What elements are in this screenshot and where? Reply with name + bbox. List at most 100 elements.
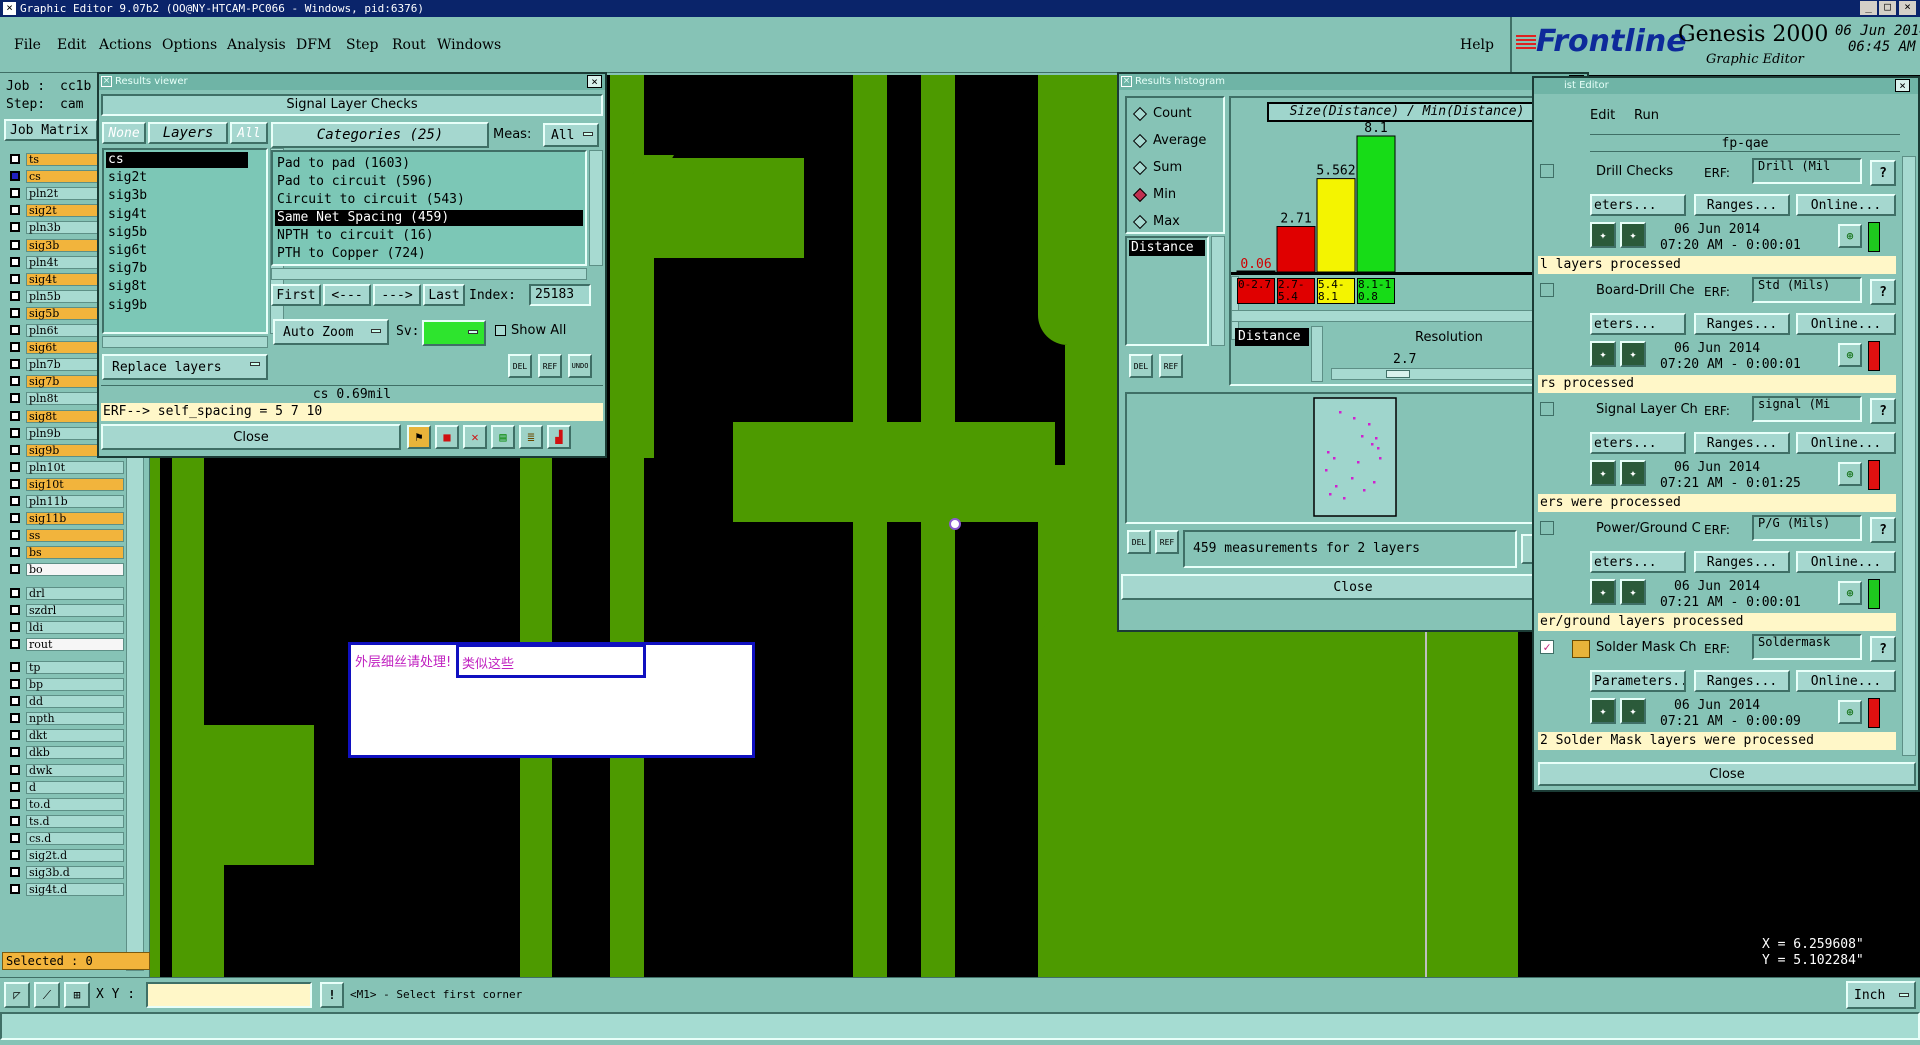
all-layers-button[interactable]: All <box>230 122 268 144</box>
info-icon[interactable]: ! <box>320 982 344 1008</box>
check-status-icon[interactable]: ✓ <box>1540 640 1554 654</box>
layer-checkbox[interactable] <box>10 884 20 895</box>
layer-checkbox[interactable] <box>10 496 20 506</box>
menu-options[interactable]: Options <box>162 37 217 53</box>
run-all-icon[interactable]: ✦ <box>1620 579 1646 605</box>
rv-layer-item[interactable]: cs <box>106 152 248 168</box>
checklist-close-button[interactable]: Close <box>1538 762 1916 786</box>
previous-button[interactable]: <--- <box>323 284 371 306</box>
run-check-icon[interactable]: ✦ <box>1590 698 1616 724</box>
layer-name[interactable]: pln10t <box>26 460 124 474</box>
distance-list[interactable]: Distance <box>1125 236 1209 346</box>
help-button[interactable]: ? <box>1870 279 1896 305</box>
histogram-bar[interactable] <box>1316 178 1356 273</box>
radio-diamond-icon[interactable] <box>1132 214 1148 230</box>
layer-checkbox[interactable] <box>10 154 20 164</box>
categories-listbox[interactable]: Pad to pad (1603) Pad to circuit (596) Cir… <box>271 150 587 266</box>
checklist-scrollbar[interactable] <box>1902 156 1916 756</box>
layer-row[interactable]: bs <box>8 546 124 560</box>
layer-checkbox[interactable] <box>10 427 20 438</box>
measure-tool-icon[interactable]: ⟋ <box>34 982 60 1008</box>
online-button[interactable]: Online... <box>1796 194 1896 216</box>
zoom-icon[interactable]: ⊕ <box>1838 343 1862 367</box>
zoom-icon[interactable]: ⊕ <box>1838 224 1862 248</box>
online-button[interactable]: Online... <box>1796 313 1896 335</box>
histogram-option-min[interactable]: Min <box>1132 187 1223 205</box>
layer-row[interactable]: sig4t.d <box>8 883 124 897</box>
layer-checkbox[interactable] <box>10 730 20 741</box>
histogram-titlebar[interactable]: × Results histogram <box>1119 74 1587 90</box>
layer-checkbox[interactable] <box>10 747 20 758</box>
layer-name[interactable]: ts.d <box>26 814 124 828</box>
select-tool-icon[interactable]: ◸ <box>4 982 30 1008</box>
rv-category-item[interactable]: Circuit to circuit (543) <box>275 192 583 208</box>
check-name[interactable]: Power/Ground C <box>1596 521 1701 536</box>
layer-checkbox[interactable] <box>10 188 20 199</box>
layer-row[interactable]: pln10t <box>8 460 124 474</box>
rv-category-item[interactable]: Pad to circuit (596) <box>275 174 583 190</box>
layer-name[interactable]: sig2t.d <box>26 849 124 862</box>
parameters-button[interactable]: eters... <box>1590 432 1686 454</box>
check-name[interactable]: Signal Layer Ch <box>1596 402 1698 417</box>
histogram-option-max[interactable]: Max <box>1132 214 1223 232</box>
online-button[interactable]: Online... <box>1796 551 1896 573</box>
layer-listbox-hscroll[interactable] <box>102 336 268 348</box>
help-button[interactable]: ? <box>1870 160 1896 186</box>
parameters-button[interactable]: Parameters... <box>1590 670 1686 692</box>
layer-row[interactable]: to.d <box>8 797 124 811</box>
zoom-icon[interactable]: ⊕ <box>1838 462 1862 486</box>
hist-hscroll[interactable] <box>1231 310 1582 322</box>
histogram-close-button[interactable]: Close <box>1121 574 1585 600</box>
erf-value[interactable]: Soldermask <box>1752 634 1862 660</box>
online-button[interactable]: Online... <box>1796 432 1896 454</box>
layer-checkbox[interactable] <box>10 798 20 809</box>
help-button[interactable]: ? <box>1870 398 1896 424</box>
next-button[interactable]: ---> <box>373 284 421 306</box>
layer-row[interactable]: sig11b <box>8 512 124 526</box>
menu-edit[interactable]: Edit <box>57 37 86 53</box>
layer-name[interactable]: drl <box>26 586 124 600</box>
menu-step[interactable]: Step <box>346 37 378 53</box>
run-all-icon[interactable]: ✦ <box>1620 460 1646 486</box>
hist-del-icon[interactable]: DEL <box>1129 354 1153 378</box>
layer-row[interactable]: npth <box>8 712 124 726</box>
rv-category-item[interactable]: Same Net Spacing (459) <box>275 210 583 226</box>
menu-analysis[interactable]: Analysis <box>227 37 286 53</box>
ranges-button[interactable]: Ranges... <box>1694 432 1790 454</box>
rv-layer-item[interactable]: sig5b <box>106 225 248 241</box>
check-status-icon[interactable] <box>1540 402 1554 416</box>
layer-checkbox[interactable] <box>10 222 20 233</box>
checklist-titlebar[interactable]: ist Editor <box>1534 78 1918 94</box>
rv-layer-item[interactable]: sig8t <box>106 279 248 295</box>
auto-zoom-dropdown[interactable]: Auto Zoom <box>273 319 389 345</box>
rv-layer-item[interactable]: sig4t <box>106 207 248 223</box>
layer-checkbox[interactable] <box>10 171 20 182</box>
menu-actions[interactable]: Actions <box>99 37 152 53</box>
maximize-button[interactable]: □ <box>1879 1 1896 15</box>
menu-help[interactable]: Help <box>1460 37 1494 53</box>
layer-name[interactable]: bp <box>26 678 124 691</box>
help-button[interactable]: ? <box>1870 517 1896 543</box>
distance-scrollbar[interactable] <box>1211 236 1225 346</box>
layer-row[interactable]: szdrl <box>8 603 124 617</box>
layer-checkbox[interactable] <box>10 604 20 615</box>
layer-checkbox[interactable] <box>10 661 20 672</box>
layer-checkbox[interactable] <box>10 547 20 558</box>
check-name[interactable]: Board-Drill Che <box>1596 283 1695 298</box>
layer-checkbox[interactable] <box>10 256 20 267</box>
rv-category-item[interactable]: NPTH to circuit (16) <box>275 228 583 244</box>
histogram-bin-label[interactable]: 5.4-8.1 <box>1317 278 1355 304</box>
check-status-icon[interactable] <box>1540 283 1554 297</box>
menu-dfm[interactable]: DFM <box>296 37 331 53</box>
rv-close-button[interactable]: Close <box>101 424 401 450</box>
resolution-slider-thumb[interactable] <box>1386 370 1410 378</box>
minimize-button[interactable]: _ <box>1860 1 1877 15</box>
layer-name[interactable]: tp <box>26 660 124 674</box>
layer-row[interactable]: tp <box>8 660 124 674</box>
parameters-button[interactable]: eters... <box>1590 551 1686 573</box>
histogram-bin-label[interactable]: 0-2.7 <box>1237 278 1275 304</box>
rv-layer-item[interactable]: sig7b <box>106 261 248 277</box>
summary-del-icon[interactable]: DEL <box>1127 530 1151 554</box>
check-name[interactable]: Drill Checks <box>1596 164 1673 179</box>
layer-row[interactable]: drl <box>8 586 124 600</box>
